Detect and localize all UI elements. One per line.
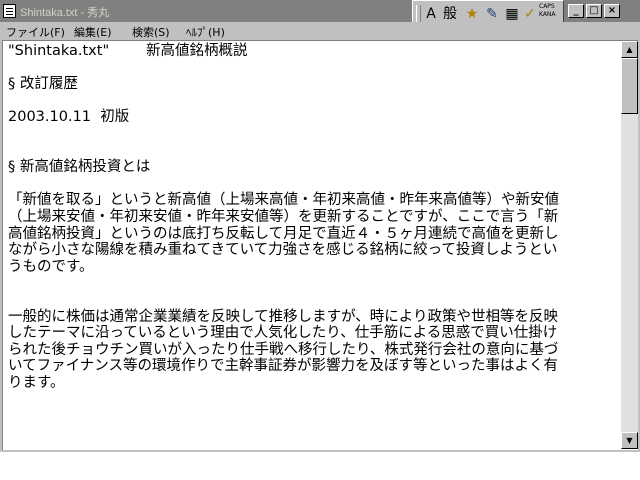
text-line[interactable]: 一般的に株価は通常企業業績を反映して推移しますが、時により政策や世相等を反映 xyxy=(8,309,614,326)
caps-label: CAPS xyxy=(539,3,555,10)
document-text[interactable]: "Shintaka.txt" 新高値銘柄概説 § 改訂履歴 2003.10.11 初… xyxy=(8,43,614,391)
text-line[interactable]: したテーマに沿っているという理由で人気化したり、仕手筋による思惑で買い仕掛け xyxy=(8,325,614,342)
text-line[interactable] xyxy=(8,275,614,292)
menu-help[interactable]: ﾍﾙﾌﾟ(H) xyxy=(186,24,225,40)
text-line[interactable]: （上場来安値・年初来安値・昨年来安値等）を更新することですが、ここで言う「新 xyxy=(8,209,614,226)
close-button[interactable]: × xyxy=(604,4,620,18)
text-line[interactable]: ながら小さな陽線を積み重ねてきていて力強さを感じる銘柄に絞って投資しようとい xyxy=(8,242,614,259)
text-area[interactable]: "Shintaka.txt" 新高値銘柄概説 § 改訂履歴 2003.10.11 初… xyxy=(2,40,638,450)
text-line[interactable] xyxy=(8,143,614,160)
desktop-background xyxy=(0,452,640,480)
menu-bar: ファイル(F) 編集(E) 検索(S) ﾍﾙﾌﾟ(H) xyxy=(0,22,640,40)
scroll-thumb[interactable] xyxy=(621,58,638,114)
word-register-icon[interactable]: ✎ xyxy=(483,4,501,24)
text-line[interactable]: § 新高値銘柄投資とは xyxy=(8,159,614,176)
text-line[interactable]: いてファイナンス等の環境作りで主幹事証券が影響力を及ぼす等といった事はよく有 xyxy=(8,358,614,375)
text-line[interactable] xyxy=(8,292,614,309)
text-line[interactable] xyxy=(8,60,614,77)
scroll-up-button[interactable]: ▲ xyxy=(621,41,638,58)
notepad-icon[interactable] xyxy=(3,4,16,18)
text-line[interactable]: 2003.10.11 初版 xyxy=(8,109,614,126)
text-line[interactable] xyxy=(8,176,614,193)
text-line[interactable]: 高値銘柄投資」というのは底打ち反転して月足で直近４・５ヶ月連続で高値を更新し xyxy=(8,226,614,243)
ime-pad-icon[interactable]: ★ xyxy=(463,4,481,24)
help-icon[interactable]: ✓ xyxy=(521,4,539,24)
text-line[interactable]: § 改訂履歴 xyxy=(8,76,614,93)
caps-kana-indicator: CAPS KANA xyxy=(539,3,556,19)
minimize-button[interactable]: _ xyxy=(568,4,584,18)
menu-edit[interactable]: 編集(E) xyxy=(74,24,112,40)
text-line[interactable]: "Shintaka.txt" 新高値銘柄概説 xyxy=(8,43,614,60)
conversion-mode-icon[interactable]: 般 xyxy=(441,4,459,24)
kana-label: KANA xyxy=(539,11,556,18)
text-line[interactable] xyxy=(8,93,614,110)
text-line[interactable]: 「新値を取る」というと新高値（上場来高値・年初来高値・昨年来高値等）や新安値 xyxy=(8,192,614,209)
menu-search[interactable]: 検索(S) xyxy=(132,24,170,40)
text-line[interactable] xyxy=(8,126,614,143)
editor-window: Shintaka.txt - 秀丸 A 般 ★ ✎ ▦ ✓ CAPS KANA … xyxy=(0,0,640,452)
text-line[interactable]: うものです。 xyxy=(8,259,614,276)
maximize-button[interactable]: □ xyxy=(586,4,602,18)
properties-icon[interactable]: ▦ xyxy=(503,4,521,24)
menu-file[interactable]: ファイル(F) xyxy=(6,24,65,40)
text-line[interactable]: られた後チョウチン買いが入ったり仕手戦へ移行したり、株式発行会社の意向に基づ xyxy=(8,342,614,359)
text-line[interactable]: ります。 xyxy=(8,375,614,392)
vertical-scrollbar[interactable]: ▲ ▼ xyxy=(621,41,638,449)
scroll-down-button[interactable]: ▼ xyxy=(621,432,638,449)
input-mode-icon[interactable]: A xyxy=(423,4,439,24)
toolbar-grip[interactable] xyxy=(416,5,421,23)
window-title: Shintaka.txt - 秀丸 xyxy=(20,7,110,19)
